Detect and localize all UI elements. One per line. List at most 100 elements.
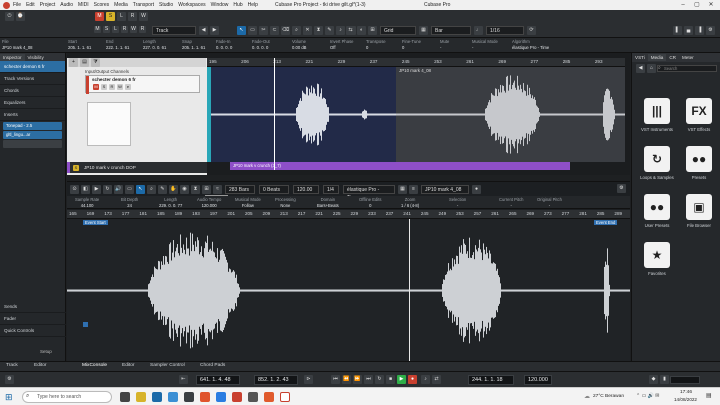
quantize-select[interactable]: 1/16 <box>486 26 524 35</box>
info-field[interactable]: Fade-In 0. 0. 0. 0 <box>216 39 232 50</box>
info-field-value[interactable]: 0 <box>402 45 421 50</box>
editor-info-field[interactable]: Musical Mode Follow <box>235 197 261 208</box>
toolbar-letter-button[interactable]: L <box>112 26 119 33</box>
purple-event-strip[interactable]: JP10 mark v crunch (3_7) <box>230 162 570 170</box>
info-field-value[interactable]: 0.00 dB <box>292 45 306 50</box>
menu-item-project[interactable]: Project <box>40 2 56 8</box>
minimize-icon[interactable]: – <box>676 2 690 8</box>
stop-icon[interactable]: ■ <box>386 375 395 384</box>
menu-item-workspaces[interactable]: Workspaces <box>178 2 205 8</box>
inspector-section[interactable]: Fader <box>0 313 66 325</box>
right-zone-tab-meter[interactable]: Meter <box>679 54 697 61</box>
constrain-delay-icon[interactable]: ⌚ <box>16 12 25 21</box>
tab-chord-pads[interactable]: Chord Pads <box>200 363 225 368</box>
task-view-icon[interactable] <box>120 392 130 402</box>
editor-info-field[interactable]: Length 229. 0. 0. 77 <box>159 197 182 208</box>
toolbar-letter-button[interactable]: S <box>103 26 110 33</box>
media-tile[interactable]: ★ Favorites <box>637 242 677 284</box>
editor-info-value[interactable]: 24 <box>121 203 138 208</box>
info-field-value[interactable]: élastique Pro - Time <box>512 45 549 50</box>
info-field[interactable]: Mute - <box>440 39 449 50</box>
media-tile[interactable]: ●● User Presets <box>637 194 677 236</box>
inspector-section[interactable]: Track Versions <box>0 73 65 85</box>
media-tile[interactable]: ●● Presets <box>679 146 719 188</box>
tab-editor-2[interactable]: Editor <box>122 363 135 368</box>
right-zone-tab-cr[interactable]: CR <box>666 54 679 61</box>
layout-bottom-icon[interactable]: ▄ <box>684 26 693 35</box>
listen-button[interactable]: L <box>117 12 126 21</box>
layout-settings-icon[interactable]: ⚙ <box>706 26 715 35</box>
clock-time[interactable]: 17:46 <box>680 390 692 395</box>
editor-scrub-icon[interactable]: ◉ <box>180 184 189 194</box>
color-picker-icon[interactable]: ◐ <box>357 26 366 35</box>
info-field[interactable]: Transpose 0 <box>366 39 386 50</box>
insert-slot-empty[interactable] <box>3 140 62 148</box>
track-solo-button[interactable]: S <box>101 84 107 90</box>
maximize-icon[interactable]: ▢ <box>690 1 704 8</box>
track-presets-icon[interactable]: ▤ <box>80 58 89 67</box>
tab-visibility[interactable]: Visibility <box>25 54 47 61</box>
editor-info-value[interactable]: - <box>449 203 466 208</box>
info-field-value[interactable]: - <box>472 45 498 50</box>
info-field-value[interactable]: 205. 1. 1. 61 <box>182 45 205 50</box>
object-select-tool-icon[interactable]: ↖ <box>237 26 246 35</box>
performance-icon[interactable]: ▮ <box>660 375 669 384</box>
editor-info-value[interactable]: - <box>537 203 562 208</box>
edge-icon[interactable] <box>152 392 162 402</box>
grid-icon[interactable]: ▦ <box>419 26 428 35</box>
toolbar-letter-button[interactable]: M <box>94 26 101 33</box>
editor-info-field[interactable]: Selection - <box>449 197 466 208</box>
metronome-icon[interactable]: ♪ <box>421 375 430 384</box>
read-button[interactable]: R <box>128 12 137 21</box>
menu-item-studio[interactable]: Studio <box>159 2 173 8</box>
tab-mixconsole[interactable]: MixConsole <box>82 363 107 368</box>
menu-item-window[interactable]: Window <box>211 2 229 8</box>
editor-list-icon[interactable]: ≡ <box>409 184 418 194</box>
editor-signature-field[interactable]: 1/4 <box>323 184 339 194</box>
menu-item-transport[interactable]: Transport <box>133 2 154 8</box>
editor-solo-icon[interactable]: ⊙ <box>70 184 79 194</box>
snap-on-icon[interactable]: ⊞ <box>368 26 377 35</box>
menu-item-media[interactable]: Media <box>114 2 128 8</box>
menu-item-scores[interactable]: Scores <box>94 2 110 8</box>
write-button[interactable]: W <box>139 12 148 21</box>
info-field-value[interactable]: 0. 0. 0. 0 <box>252 45 270 50</box>
editor-free-warp-icon[interactable]: ≈ <box>213 184 222 194</box>
zoom-tool-icon[interactable]: ⌕ <box>292 26 301 35</box>
grid-type-select[interactable]: Bar <box>431 26 471 35</box>
track-write-button[interactable]: W <box>117 84 123 90</box>
media-tile[interactable]: ▣ File Browser <box>679 194 719 236</box>
inspector-section[interactable]: Equalizers <box>0 97 65 109</box>
info-field[interactable]: Volume 0.00 dB <box>292 39 306 50</box>
arrow-left-icon[interactable]: ◀ <box>199 26 208 35</box>
editor-settings-icon[interactable]: ⚙ <box>617 184 626 193</box>
tab-editor[interactable]: Editor <box>34 363 47 368</box>
editor-info-field[interactable]: Bit Depth 24 <box>121 197 138 208</box>
audio-event[interactable]: JP10 mark 4_08 <box>396 67 625 162</box>
sync-icon[interactable]: ⇄ <box>432 375 441 384</box>
store-icon[interactable] <box>168 392 178 402</box>
go-end-icon[interactable]: ⏭ <box>364 375 373 384</box>
editor-view-icon[interactable]: ◧ <box>81 184 90 194</box>
menu-item-edit[interactable]: Edit <box>26 2 35 8</box>
info-field-value[interactable]: 0 <box>366 45 386 50</box>
tab-inspector[interactable]: Inspector <box>0 53 25 61</box>
info-field-value[interactable]: 205. 1. 1. 61 <box>68 45 91 50</box>
inspector-section[interactable]: Chords <box>0 85 65 97</box>
info-field[interactable]: Musical Mode - <box>472 39 498 50</box>
right-zone-tab-vsti[interactable]: VSTi <box>632 54 648 61</box>
cycle-icon[interactable]: ↻ <box>375 375 384 384</box>
event-display[interactable]: JP10 mark 4_08 <box>207 67 625 162</box>
editor-info-field[interactable]: Audio Tempo 120.000 <box>197 197 221 208</box>
info-field[interactable]: Length 227. 0. 0. 61 <box>143 39 166 50</box>
track-row[interactable]: S JP10 mark v crunch DOP <box>67 162 207 173</box>
mute-toggle-button[interactable]: M <box>95 12 104 21</box>
track-select[interactable]: Track <box>152 26 196 35</box>
editor-draw-icon[interactable]: ✎ <box>158 184 167 194</box>
right-zone-tab-media[interactable]: Media <box>647 54 667 61</box>
erase-tool-icon[interactable]: ⌫ <box>281 26 290 35</box>
draw-tool-icon[interactable]: ✎ <box>325 26 334 35</box>
filter-icon[interactable]: ⧩ <box>91 58 100 67</box>
add-track-icon[interactable]: + <box>69 58 78 67</box>
track-edit-icon[interactable]: e <box>125 84 131 90</box>
